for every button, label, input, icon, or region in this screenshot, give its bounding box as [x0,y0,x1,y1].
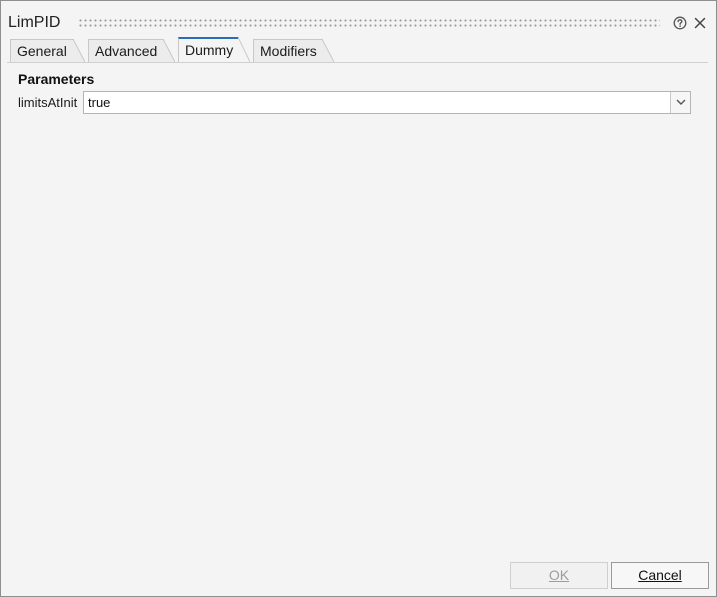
tab-modifiers[interactable]: Modifiers [253,39,334,62]
title-bar[interactable]: LimPID [1,1,716,39]
combobox-dropdown-button[interactable] [670,92,690,113]
tab-slant [238,37,250,62]
ok-button-label: OK [548,567,570,583]
tab-label: General [17,43,67,59]
tab-dummy[interactable]: Dummy [178,37,250,62]
tab-label: Dummy [185,42,234,58]
chevron-down-icon [676,99,686,105]
tab-label: Modifiers [260,43,317,59]
combobox-value: true [88,95,111,110]
tab-baseline [7,62,708,63]
param-label-limitsatinit: limitsAtInit [18,95,78,110]
tab-label: Advanced [95,43,158,59]
ok-button[interactable]: OK [510,562,608,589]
tab-slant [322,39,334,62]
cancel-button-label: Cancel [638,567,682,583]
help-icon[interactable] [673,16,687,30]
drag-grip[interactable] [78,18,660,28]
tab-strip: General Advanced Dummy Modifiers [1,37,716,63]
window-title: LimPID [8,14,61,31]
limitsatinit-combobox[interactable]: true [83,91,691,114]
dialog-window: LimPID General Advanced Dummy Modifiers … [0,0,717,597]
tab-advanced[interactable]: Advanced [88,39,175,62]
close-icon[interactable] [693,16,707,30]
tab-slant [73,39,85,62]
tab-general[interactable]: General [10,39,85,62]
cancel-button[interactable]: Cancel [611,562,709,589]
tab-slant [163,39,175,62]
section-title-parameters: Parameters [18,71,95,87]
